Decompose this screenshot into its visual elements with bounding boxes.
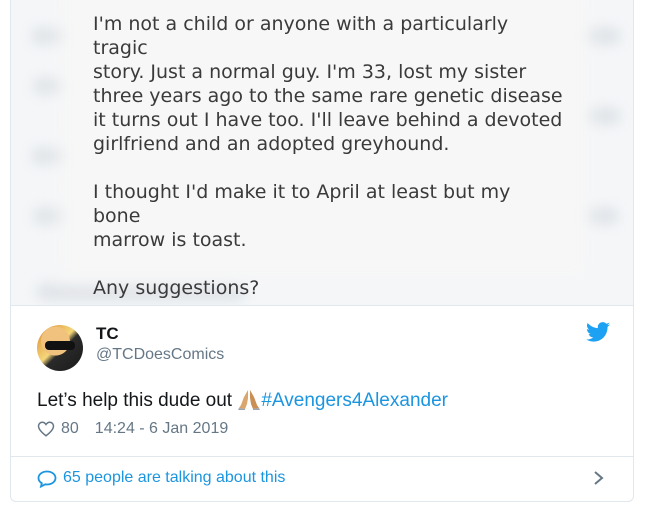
tweet-text-body: Let’s help this dude out <box>37 390 238 411</box>
speech-bubble-icon[interactable] <box>37 470 57 488</box>
blurred-background-text <box>31 27 71 45</box>
blurred-background-text <box>583 107 621 125</box>
quoted-post-text: I'm not a child or anyone with a particu… <box>93 12 563 305</box>
folded-hands-icon <box>238 390 261 410</box>
author-handle[interactable]: @TCDoesComics <box>96 346 224 364</box>
twitter-bird-icon[interactable] <box>586 322 610 342</box>
blurred-background-text <box>581 27 621 45</box>
quoted-image[interactable]: I'm not a child or anyone with a particu… <box>11 0 633 305</box>
quote-paragraph: I'm not a child or anyone with a particu… <box>93 13 563 155</box>
tweet-meta: 80 14:24 - 6 Jan 2019 <box>37 420 228 438</box>
timestamp-link[interactable]: 14:24 - 6 Jan 2019 <box>95 420 228 438</box>
blurred-background-text <box>581 207 619 225</box>
like-count[interactable]: 80 <box>61 420 79 438</box>
blurred-background-text <box>33 77 68 95</box>
author-name[interactable]: TC <box>96 324 119 344</box>
quote-paragraph: I thought I'd make it to April at least … <box>93 181 511 251</box>
hashtag-link[interactable]: #Avengers4Alexander <box>261 390 448 411</box>
divider <box>11 305 633 306</box>
quote-paragraph: Any suggestions? <box>93 277 260 299</box>
heart-icon[interactable] <box>37 420 55 438</box>
blurred-background-text <box>31 147 71 165</box>
chevron-right-icon[interactable] <box>591 470 605 486</box>
tweet-text: Let’s help this dude out #Avengers4Alexa… <box>37 388 448 412</box>
avatar[interactable] <box>37 325 83 371</box>
divider <box>11 456 633 457</box>
blurred-background-text <box>33 207 71 225</box>
conversation-link[interactable]: 65 people are talking about this <box>63 469 285 487</box>
